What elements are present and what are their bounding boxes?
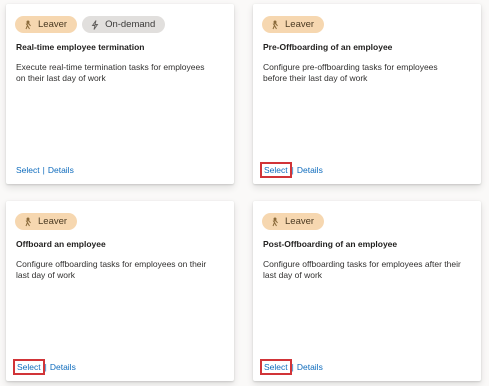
select-link[interactable]: Select — [260, 359, 292, 375]
card-actions: Select | Details — [260, 359, 323, 375]
details-link[interactable]: Details — [48, 165, 74, 175]
card-description: Execute real-time termination tasks for … — [16, 62, 205, 83]
tag-label: Leaver — [38, 216, 68, 227]
select-link[interactable]: Select — [13, 359, 45, 375]
card-description: Configure pre-offboarding tasks for empl… — [263, 62, 438, 83]
template-card-pre-offboarding: Leaver Pre-Offboarding of an employee Co… — [253, 4, 481, 184]
separator: | — [42, 165, 45, 175]
template-card-real-time-termination: Leaver On-demand Real-time employee term… — [6, 4, 234, 184]
details-link[interactable]: Details — [50, 362, 76, 372]
tag-label: Leaver — [285, 19, 315, 30]
tag-list: Leaver — [15, 213, 78, 230]
tag-list: Leaver On-demand — [15, 16, 166, 33]
select-link[interactable]: Select — [260, 162, 292, 178]
details-link[interactable]: Details — [297, 362, 323, 372]
details-link[interactable]: Details — [297, 165, 323, 175]
template-card-offboard: Leaver Offboard an employee Configure of… — [6, 201, 234, 381]
tag-label: On-demand — [105, 19, 156, 30]
person-leaving-icon — [272, 217, 278, 226]
card-actions: Select | Details — [16, 165, 74, 175]
tag-label: Leaver — [285, 216, 315, 227]
card-title: Post-Offboarding of an employee — [263, 239, 398, 249]
separator: | — [291, 362, 294, 372]
card-actions: Select | Details — [13, 359, 76, 375]
card-title: Offboard an employee — [16, 239, 106, 249]
leaver-tag: Leaver — [262, 16, 325, 33]
lightning-icon — [91, 19, 99, 30]
person-leaving-icon — [25, 217, 31, 226]
separator: | — [44, 362, 47, 372]
tag-list: Leaver — [262, 16, 325, 33]
card-description: Configure offboarding tasks for employee… — [263, 259, 461, 280]
leaver-tag: Leaver — [15, 16, 78, 33]
person-leaving-icon — [272, 20, 278, 29]
select-link[interactable]: Select — [16, 165, 40, 175]
card-title: Real-time employee termination — [16, 42, 145, 52]
on-demand-tag: On-demand — [82, 16, 166, 33]
template-card-post-offboarding: Leaver Post-Offboarding of an employee C… — [253, 201, 481, 381]
leaver-tag: Leaver — [262, 213, 325, 230]
leaver-tag: Leaver — [15, 213, 78, 230]
tag-label: Leaver — [38, 19, 68, 30]
card-actions: Select | Details — [260, 162, 323, 178]
card-title: Pre-Offboarding of an employee — [263, 42, 393, 52]
card-description: Configure offboarding tasks for employee… — [16, 259, 207, 280]
person-leaving-icon — [25, 20, 31, 29]
separator: | — [291, 165, 294, 175]
workflow-template-grid: Leaver On-demand Real-time employee term… — [0, 0, 489, 386]
tag-list: Leaver — [262, 213, 325, 230]
